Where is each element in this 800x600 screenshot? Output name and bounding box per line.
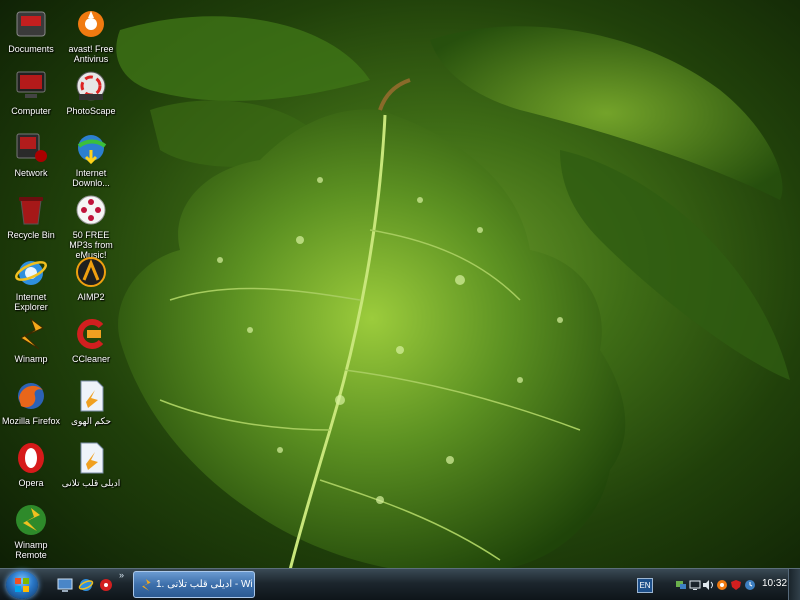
desktop-icon-network[interactable]: Network	[0, 128, 62, 188]
avast-icon	[78, 11, 104, 37]
taskbar: » 1. اديلى قلب تلانى - Wina... EN 10:32 …	[0, 568, 800, 600]
language-indicator[interactable]: EN	[637, 578, 653, 593]
ccleaner-icon	[77, 319, 104, 349]
desktop-icon-avast[interactable]: avast! Free Antivirus	[60, 4, 122, 64]
icon-label: CCleaner	[71, 354, 111, 364]
desktop-icon-ccleaner[interactable]: CCleaner	[60, 314, 122, 374]
photoscape-icon	[76, 71, 106, 101]
aimp2-icon	[76, 257, 106, 287]
avast-tray-icon[interactable]	[716, 579, 728, 591]
icon-label: Internet Downlo...	[72, 168, 110, 188]
documents-icon	[16, 11, 46, 37]
desktop-icon-internet-download-manager[interactable]: Internet Downlo...	[60, 128, 122, 188]
internet-explorer-icon	[15, 261, 47, 285]
icon-label: حكم الهوى	[70, 416, 112, 426]
recycle-bin-icon	[19, 197, 43, 225]
desktop-icon-opera[interactable]: Opera	[0, 438, 62, 498]
quick-launch-overflow[interactable]: »	[119, 570, 124, 580]
desktop-icon-winamp[interactable]: Winamp	[0, 314, 62, 374]
icon-label: Opera	[18, 478, 44, 488]
opera-icon	[18, 443, 44, 473]
icon-label: PhotoScape	[66, 106, 116, 116]
icon-label: Winamp Remote	[14, 540, 48, 560]
desktop-icon-audio-file-1[interactable]: حكم الهوى	[60, 376, 122, 436]
network-icon	[16, 133, 47, 162]
desktop-icon-audio-file-2[interactable]: اديلى قلب تلانى	[60, 438, 122, 498]
show-desktop-button[interactable]	[788, 569, 800, 600]
desktop-icon-mozilla-firefox[interactable]: Mozilla Firefox	[0, 376, 62, 436]
display-icon[interactable]	[689, 579, 701, 591]
desktop-icon-emusic[interactable]: 50 FREE MP3s from eMusic!	[60, 190, 122, 260]
desktop-icon-computer[interactable]: Computer	[0, 66, 62, 126]
internet-download-manager-icon	[77, 135, 107, 165]
emusic-icon	[76, 195, 106, 225]
show-desktop-icon[interactable]	[57, 577, 73, 593]
winamp-icon	[20, 317, 44, 350]
desktop-icon-internet-explorer[interactable]: Internet Explorer	[0, 252, 62, 312]
icon-label: Mozilla Firefox	[1, 416, 60, 426]
desktop-icon-photoscape[interactable]: PhotoScape	[60, 66, 122, 126]
desktop-icon-winamp-remote[interactable]: Winamp Remote	[0, 500, 62, 560]
audio-file-icon	[80, 380, 104, 412]
icon-label: Winamp	[14, 354, 48, 364]
volume-icon[interactable]	[702, 579, 714, 591]
winamp-icon	[142, 579, 151, 591]
desktop-icon-documents[interactable]: Documents	[0, 4, 62, 64]
desktop: Documents Computer Network Recycle Bin I…	[0, 0, 800, 600]
windows-start-orb	[15, 578, 29, 592]
taskbar-button-winamp[interactable]: 1. اديلى قلب تلانى - Wina...	[133, 571, 255, 598]
icon-label: Documents	[8, 44, 54, 54]
icon-label: AIMP2	[77, 292, 105, 302]
icon-label: Network	[14, 168, 48, 178]
media-player-icon[interactable]	[98, 577, 114, 593]
internet-explorer-icon[interactable]	[78, 577, 94, 593]
icon-label: Recycle Bin	[7, 230, 55, 240]
network-icon[interactable]	[675, 579, 687, 591]
audio-file-icon	[80, 442, 104, 474]
desktop-icon-aimp2[interactable]: AIMP2	[60, 252, 122, 312]
computer-icon	[16, 71, 46, 98]
desktop-icon-recycle-bin[interactable]: Recycle Bin	[0, 190, 62, 250]
firefox-icon	[18, 383, 44, 409]
taskbar-button-label: 1. اديلى قلب تلانى - Wina...	[156, 579, 252, 590]
icon-label: Internet Explorer	[14, 292, 48, 312]
icon-label: avast! Free Antivirus	[68, 44, 114, 64]
start-button[interactable]	[6, 571, 38, 599]
winamp-remote-icon	[16, 505, 46, 535]
security-icon[interactable]	[730, 579, 742, 591]
icon-label: اديلى قلب تلانى	[61, 478, 121, 488]
clock-tray-icon[interactable]	[744, 579, 756, 591]
icon-label: Computer	[11, 106, 51, 116]
